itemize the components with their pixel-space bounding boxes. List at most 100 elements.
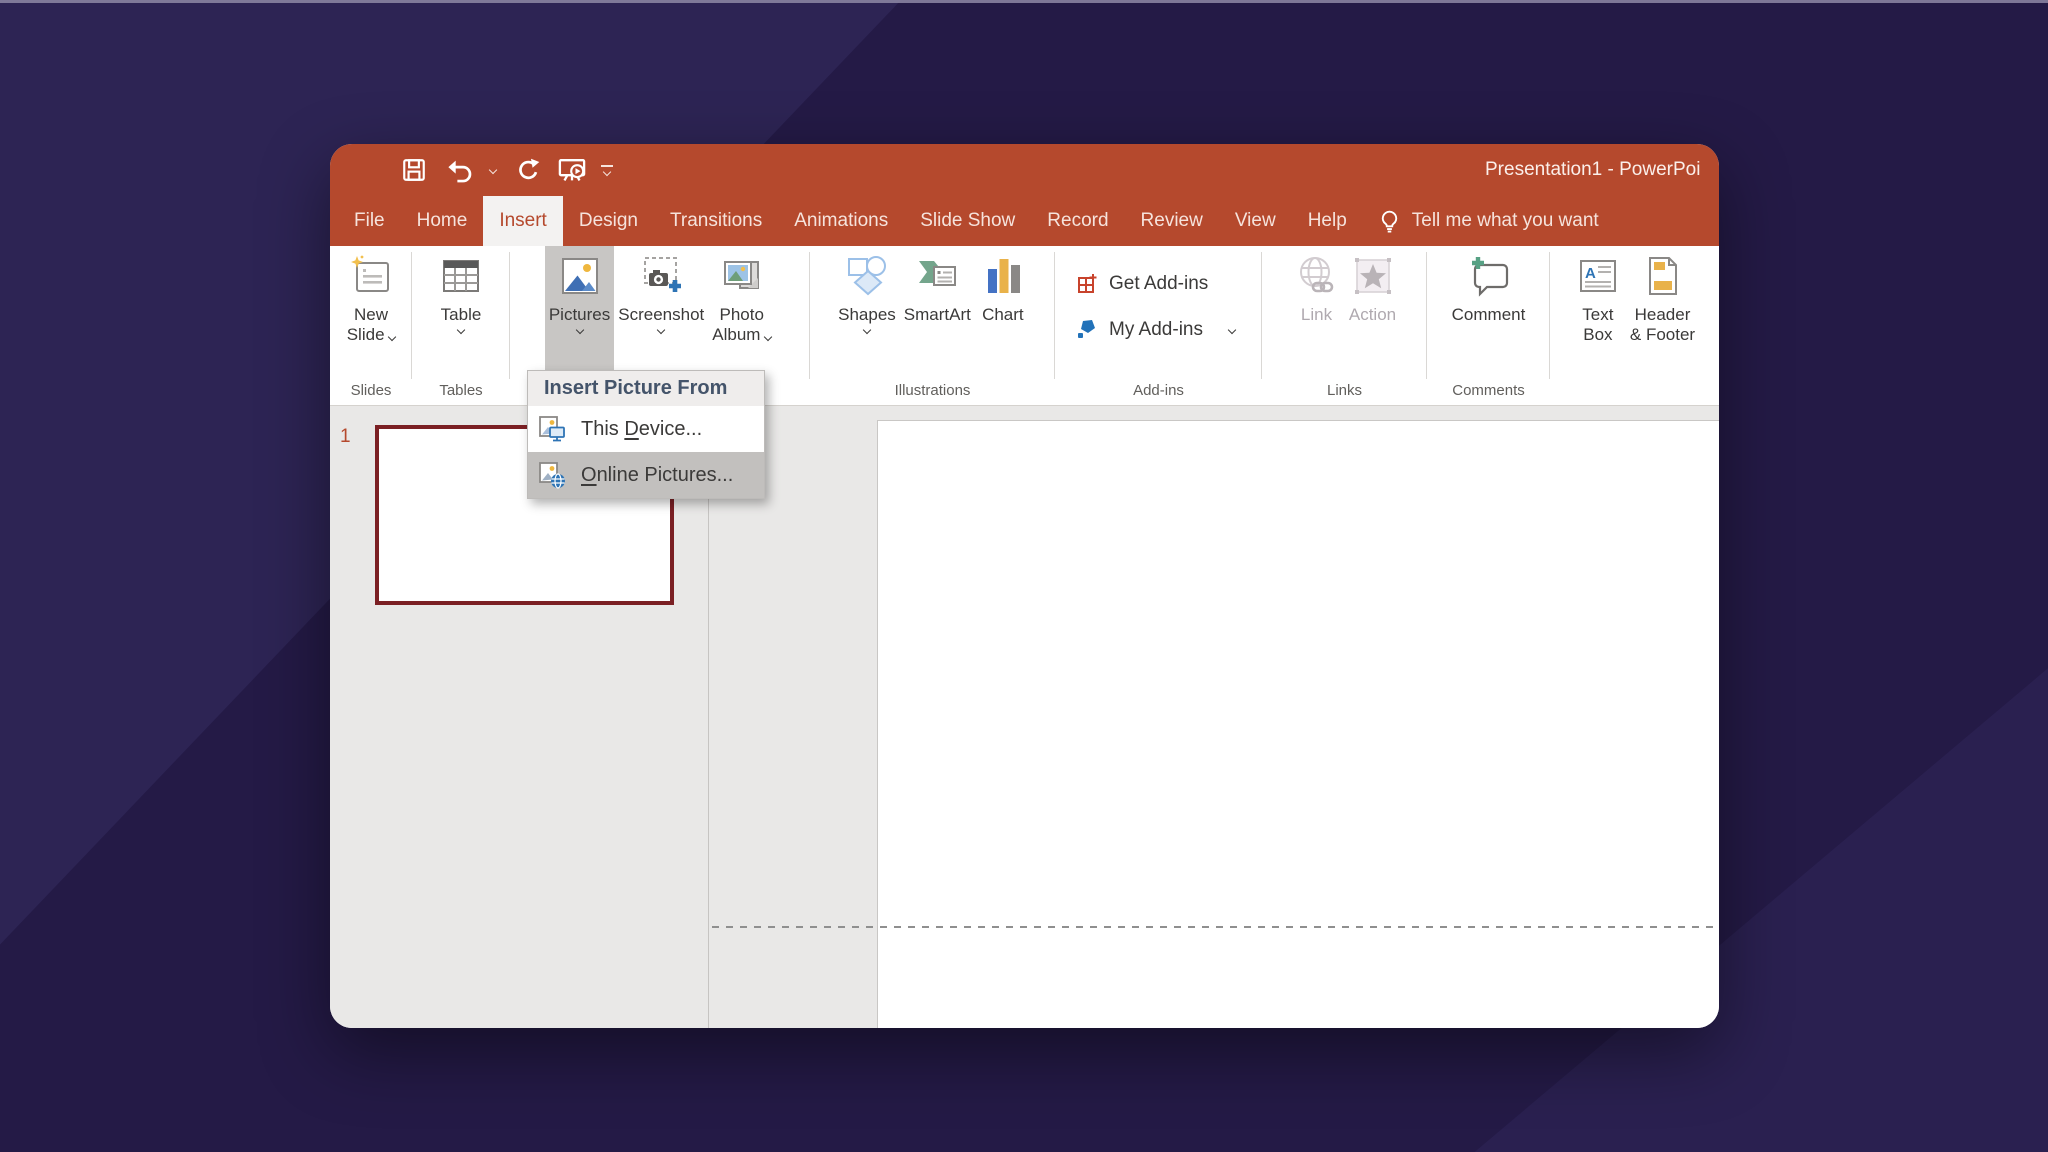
quick-access-toolbar — [392, 150, 620, 190]
table-button[interactable]: Table — [433, 246, 489, 370]
action-icon — [1349, 252, 1397, 300]
comment-icon — [1465, 252, 1513, 300]
text-box-button[interactable]: A Text Box — [1570, 246, 1626, 370]
powerpoint-window: Presentation1 - PowerPoi File Home Inser… — [330, 144, 1719, 1028]
start-from-beginning-button[interactable] — [550, 150, 594, 190]
pictures-icon — [556, 252, 604, 300]
my-addins-label: My Add-ins — [1109, 319, 1203, 340]
tab-insert[interactable]: Insert — [483, 196, 563, 246]
lightbulb-icon — [1381, 210, 1397, 232]
tab-slide-show[interactable]: Slide Show — [904, 196, 1031, 246]
ribbon-group-links: Link Action Links — [1262, 246, 1427, 405]
table-icon — [437, 252, 485, 300]
tab-animations[interactable]: Animations — [778, 196, 904, 246]
window-title: Presentation1 - PowerPoi — [1485, 159, 1701, 180]
my-addins-button[interactable]: My Add-ins — [1055, 314, 1262, 346]
menu-item-this-device[interactable]: This Device... — [528, 406, 764, 452]
screenshot-icon — [637, 252, 685, 300]
menu-item-label: This Device... — [581, 417, 703, 440]
smartart-label: SmartArt — [903, 305, 971, 324]
my-addins-icon — [1075, 318, 1099, 342]
svg-text:A: A — [1585, 265, 1596, 282]
shapes-button[interactable]: Shapes — [834, 246, 900, 370]
customize-qat-icon — [601, 165, 613, 177]
chevron-down-icon — [388, 332, 397, 342]
tell-me-box[interactable]: Tell me what you want — [1363, 196, 1599, 246]
smartart-icon — [913, 252, 961, 300]
ribbon-group-text: A Text Box Header & Footer — [1550, 246, 1719, 405]
undo-icon — [447, 160, 471, 182]
slide-thumbnail-panel: 1 — [330, 406, 709, 1028]
group-label-links: Links — [1326, 382, 1363, 399]
tab-design[interactable]: Design — [563, 196, 654, 246]
save-icon — [403, 159, 425, 181]
header-footer-button[interactable]: Header & Footer — [1626, 246, 1699, 370]
placeholder-dashed-guide — [712, 926, 1719, 928]
menu-header: Insert Picture From — [528, 371, 764, 406]
new-slide-button[interactable]: New Slide — [343, 246, 400, 370]
chart-label: Chart — [982, 305, 1024, 324]
chevron-down-icon — [763, 332, 773, 342]
new-slide-label-2: Slide — [347, 325, 397, 345]
chevron-down-icon — [1227, 325, 1237, 335]
tab-home[interactable]: Home — [401, 196, 484, 246]
comment-label: Comment — [1451, 305, 1526, 324]
pictures-button[interactable]: Pictures — [544, 246, 615, 370]
header-footer-label-2: & Footer — [1629, 325, 1696, 344]
customize-qat-button[interactable] — [594, 150, 620, 190]
slide-number: 1 — [340, 426, 351, 447]
group-label-addins: Add-ins — [1133, 382, 1184, 399]
action-button[interactable]: Action — [1345, 246, 1401, 370]
tab-review[interactable]: Review — [1125, 196, 1219, 246]
save-button[interactable] — [392, 150, 436, 190]
ribbon-group-slides: New Slide Slides — [330, 246, 412, 405]
undo-dropdown-button[interactable] — [480, 150, 506, 190]
tab-record[interactable]: Record — [1031, 196, 1124, 246]
comment-button[interactable]: Comment — [1448, 246, 1530, 370]
slide-canvas[interactable] — [877, 420, 1719, 1028]
header-footer-icon — [1638, 252, 1686, 300]
photo-album-button[interactable]: Photo Album — [708, 246, 775, 370]
tab-help[interactable]: Help — [1292, 196, 1363, 246]
photo-album-label-2: Album — [712, 325, 773, 345]
link-button[interactable]: Link — [1289, 246, 1345, 370]
repeat-button[interactable] — [506, 150, 550, 190]
chevron-down-icon — [575, 325, 584, 335]
text-box-label-1: Text — [1582, 305, 1614, 324]
group-label-slides: Slides — [350, 382, 392, 399]
chevron-down-icon — [657, 325, 666, 335]
link-label: Link — [1300, 305, 1333, 324]
screenshot-button[interactable]: Screenshot — [614, 246, 708, 370]
chevron-down-icon — [862, 325, 872, 335]
text-box-label-2: Box — [1583, 325, 1613, 344]
ribbon-group-comments: Comment Comments — [1427, 246, 1550, 405]
tab-file[interactable]: File — [338, 196, 401, 246]
pictures-label: Pictures — [548, 305, 611, 324]
tab-transitions[interactable]: Transitions — [654, 196, 778, 246]
insert-picture-dropdown-menu: Insert Picture From This Device... Onlin… — [527, 370, 765, 499]
text-box-icon: A — [1574, 252, 1622, 300]
workspace: 1 — [330, 406, 1719, 1028]
screenshot-label: Screenshot — [618, 305, 705, 324]
chevron-down-icon — [456, 325, 466, 335]
repeat-icon — [518, 158, 539, 179]
menu-item-online-pictures[interactable]: Online Pictures... — [528, 452, 764, 498]
undo-button[interactable] — [436, 150, 480, 190]
ribbon-group-addins: Get Add-ins My Add-ins Add-ins — [1055, 246, 1262, 405]
chart-button[interactable]: Chart — [975, 246, 1031, 370]
get-addins-button[interactable]: Get Add-ins — [1055, 268, 1262, 300]
chevron-down-icon — [488, 165, 498, 175]
link-icon — [1293, 252, 1341, 300]
tell-me-label: Tell me what you want — [1411, 210, 1599, 231]
tab-view[interactable]: View — [1219, 196, 1292, 246]
title-bar: Presentation1 - PowerPoi — [330, 144, 1719, 196]
this-device-icon — [537, 414, 567, 444]
action-label: Action — [1348, 305, 1397, 324]
shapes-icon — [843, 252, 891, 300]
group-label-tables: Tables — [439, 382, 483, 399]
get-addins-label: Get Add-ins — [1109, 273, 1209, 294]
online-pictures-icon — [537, 460, 567, 490]
smartart-button[interactable]: SmartArt — [900, 246, 975, 370]
menu-item-label: Online Pictures... — [581, 463, 734, 486]
photo-album-icon — [718, 252, 766, 300]
